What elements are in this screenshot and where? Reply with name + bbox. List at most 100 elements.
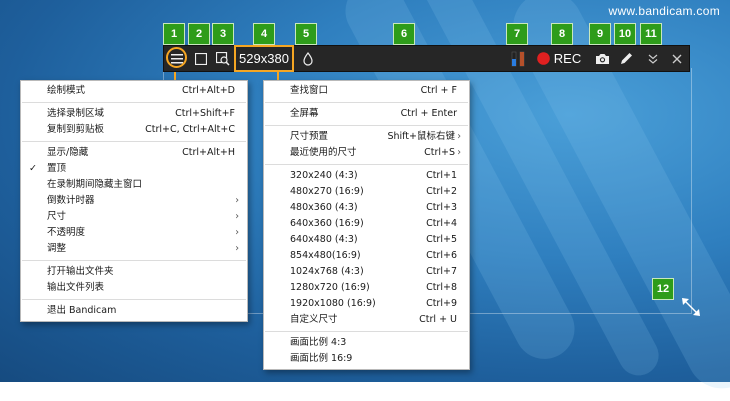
fullscreen-button[interactable] <box>190 46 212 71</box>
menu-separator <box>265 125 468 126</box>
menu-item-label: 复制到剪贴板 <box>47 124 105 135</box>
pen-icon <box>620 53 632 64</box>
menu-item-label: 绘制模式 <box>47 85 86 96</box>
menu-item[interactable]: 854x480(16:9) Ctrl+6 <box>264 248 469 264</box>
menu-item[interactable]: 输出文件列表 <box>21 280 247 296</box>
badge-9: 9 <box>589 23 611 45</box>
menu-item[interactable]: 不透明度 › <box>21 225 247 241</box>
size-display-button[interactable]: 529x380 <box>234 45 294 72</box>
badge-2: 2 <box>188 23 210 45</box>
menu-item-shortcut: Ctrl + U <box>419 314 457 325</box>
chevron-right-icon: › <box>457 147 461 158</box>
menu-item-label: 480x270 (16:9) <box>290 186 364 197</box>
menu-item[interactable]: 尺寸 › <box>21 209 247 225</box>
checkmark-icon: ✓ <box>29 163 37 174</box>
menu-item-shortcut: Ctrl + Enter <box>400 108 457 119</box>
badge-11: 11 <box>640 23 662 45</box>
menu-separator <box>22 260 246 261</box>
menu-item[interactable]: 倒数计时器 › <box>21 193 247 209</box>
menu-item[interactable]: 调整 › <box>21 241 247 257</box>
menu-item[interactable]: 在录制期间隐藏主窗口 <box>21 177 247 193</box>
menu-item[interactable]: 画面比例 4:3 <box>264 335 469 351</box>
menu-item-label: 在录制期间隐藏主窗口 <box>47 179 143 190</box>
screenshot-button[interactable] <box>591 46 613 71</box>
menu-item[interactable]: 选择录制区域 Ctrl+Shift+F <box>21 106 247 122</box>
menu-item-shortcut: Ctrl+C, Ctrl+Alt+C <box>145 124 235 135</box>
chevron-right-icon: › <box>235 195 239 206</box>
menu-item-label: 选择录制区域 <box>47 108 105 119</box>
menu-item[interactable]: 640x480 (4:3) Ctrl+5 <box>264 232 469 248</box>
menu-item[interactable]: 尺寸预置 Shift+鼠标右键 › <box>264 129 469 145</box>
badge-3: 3 <box>212 23 234 45</box>
menu-item-shortcut: Shift+鼠标右键 <box>387 131 455 142</box>
menu-button[interactable] <box>165 46 189 71</box>
menu-item-label: 打开输出文件夹 <box>47 266 114 277</box>
menu-item[interactable]: 打开输出文件夹 <box>21 264 247 280</box>
opacity-icon <box>303 51 313 66</box>
menu-item-label: 输出文件列表 <box>47 282 105 293</box>
menu-item[interactable]: 全屏幕 Ctrl + Enter <box>264 106 469 122</box>
menu-separator <box>265 102 468 103</box>
bandicam-toolbar: 529x380 REC <box>163 45 690 72</box>
resize-handle-icon[interactable] <box>680 296 702 318</box>
menu-item-shortcut: Ctrl+4 <box>426 218 457 229</box>
menu-item[interactable]: 最近使用的尺寸 Ctrl+S › <box>264 145 469 161</box>
menu-item[interactable]: 480x270 (16:9) Ctrl+2 <box>264 184 469 200</box>
menu-item-label: 最近使用的尺寸 <box>290 147 357 158</box>
menu-item-shortcut: Ctrl+6 <box>426 250 457 261</box>
menu-item[interactable]: 自定义尺寸 Ctrl + U <box>264 312 469 328</box>
camera-icon <box>595 53 609 64</box>
audio-meter <box>507 46 529 71</box>
menu-item-shortcut: Ctrl+7 <box>426 266 457 277</box>
fullscreen-icon <box>195 52 207 65</box>
main-menu: 绘制模式 Ctrl+Alt+D 选择录制区域 Ctrl+Shift+F 复制到剪贴板 Ct… <box>20 80 248 322</box>
search-window-button[interactable] <box>212 46 234 71</box>
badge-6: 6 <box>393 23 415 45</box>
menu-item[interactable]: 退出 Bandicam <box>21 303 247 319</box>
menu-item-shortcut: Ctrl+Alt+H <box>182 147 235 158</box>
menu-item-label: 不透明度 <box>47 227 86 238</box>
badge-5: 5 <box>295 23 317 45</box>
opacity-button[interactable] <box>296 46 320 71</box>
menu-item[interactable]: 480x360 (4:3) Ctrl+3 <box>264 200 469 216</box>
menu-item[interactable]: 复制到剪贴板 Ctrl+C, Ctrl+Alt+C <box>21 122 247 138</box>
menu-item-label: 显示/隐藏 <box>47 147 89 158</box>
menu-item-shortcut: Ctrl+5 <box>426 234 457 245</box>
size-menu: 查找窗口 Ctrl + F 全屏幕 Ctrl + Enter 尺寸预置 Shift+鼠标右… <box>263 80 470 370</box>
menu-separator <box>22 141 246 142</box>
menu-item[interactable]: 1920x1080 (16:9) Ctrl+9 <box>264 296 469 312</box>
menu-item-label: 倒数计时器 <box>47 195 95 206</box>
close-button[interactable] <box>666 46 688 71</box>
menu-item-label: 全屏幕 <box>290 108 319 119</box>
draw-button[interactable] <box>615 46 637 71</box>
menu-separator <box>22 102 246 103</box>
menu-item[interactable]: 1280x720 (16:9) Ctrl+8 <box>264 280 469 296</box>
menu-item-shortcut: Ctrl+Shift+F <box>175 108 235 119</box>
menu-item-label: 1024x768 (4:3) <box>290 266 364 277</box>
menu-item[interactable]: 显示/隐藏 Ctrl+Alt+H <box>21 145 247 161</box>
menu-item-shortcut: Ctrl+3 <box>426 202 457 213</box>
menu-item[interactable]: 画面比例 16:9 <box>264 351 469 367</box>
menu-item[interactable]: 查找窗口 Ctrl + F <box>264 83 469 99</box>
collapse-button[interactable] <box>642 46 664 71</box>
menu-item[interactable]: 1024x768 (4:3) Ctrl+7 <box>264 264 469 280</box>
menu-item[interactable]: 绘制模式 Ctrl+Alt+D <box>21 83 247 99</box>
menu-item-label: 调整 <box>47 243 67 254</box>
menu-item-label: 1920x1080 (16:9) <box>290 298 376 309</box>
menu-item-shortcut: Ctrl+8 <box>426 282 457 293</box>
rec-button[interactable]: REC <box>534 46 584 71</box>
menu-item[interactable]: 640x360 (16:9) Ctrl+4 <box>264 216 469 232</box>
menu-item-label: 自定义尺寸 <box>290 314 338 325</box>
menu-item-label: 640x360 (16:9) <box>290 218 364 229</box>
search-window-icon <box>216 51 230 66</box>
badge-1: 1 <box>163 23 185 45</box>
menu-separator <box>265 164 468 165</box>
menu-item[interactable]: ✓ 置顶 <box>21 161 247 177</box>
menu-separator <box>265 331 468 332</box>
badge-10: 10 <box>614 23 636 45</box>
menu-separator <box>22 299 246 300</box>
menu-item-label: 画面比例 4:3 <box>290 337 347 348</box>
chevron-right-icon: › <box>235 211 239 222</box>
menu-item-shortcut: Ctrl + F <box>420 85 457 96</box>
menu-item[interactable]: 320x240 (4:3) Ctrl+1 <box>264 168 469 184</box>
